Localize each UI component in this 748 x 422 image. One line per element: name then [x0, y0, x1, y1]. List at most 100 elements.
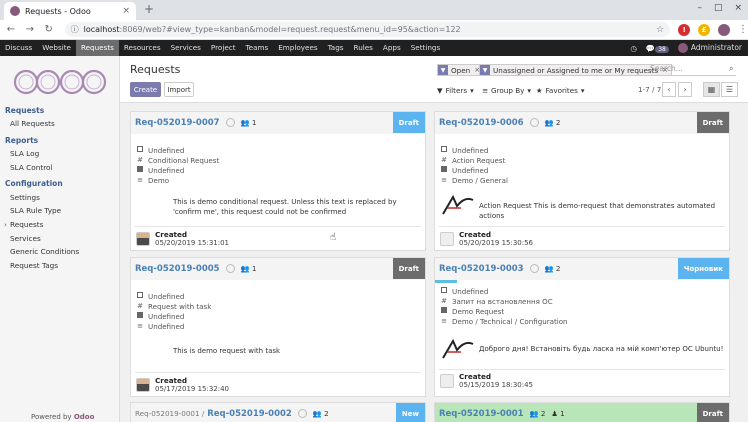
hand-cursor-icon: ☝: [330, 232, 337, 243]
followers-count: 1: [251, 118, 257, 127]
nav-settings[interactable]: Settings: [406, 40, 445, 56]
create-button[interactable]: Create: [130, 82, 161, 97]
odoo-link[interactable]: Odoo: [74, 413, 95, 421]
nav-website[interactable]: Website: [37, 40, 76, 56]
pager-next-icon[interactable]: ›: [678, 82, 692, 97]
forward-icon[interactable]: →: [22, 24, 38, 35]
kanban-card[interactable]: Req-052019-0001 👥 2 ♟ 1 Draft: [434, 402, 730, 422]
kanban-view-icon[interactable]: ▦: [703, 82, 720, 97]
kanban-card[interactable]: Req-052019-0005 👥 1 Draft Undefined # Requ…: [130, 257, 426, 397]
profile-avatar[interactable]: [718, 23, 730, 36]
nav-apps[interactable]: Apps: [378, 40, 406, 56]
sidebar-section-reports[interactable]: Reports: [5, 136, 38, 145]
nav-tags[interactable]: Tags: [323, 40, 349, 56]
kanban-card[interactable]: Req-052019-0001 / Req-052019-0002 👥 2 New: [130, 402, 426, 422]
sidebar-item-request-tags[interactable]: Request Tags: [10, 261, 58, 270]
url-host: localhost: [83, 25, 120, 34]
card-header: Req-052019-0003 👥 2 Чорновик: [435, 258, 729, 280]
sidebar-item-sla-rule-type[interactable]: SLA Rule Type: [10, 206, 61, 215]
kanban-card[interactable]: Req-052019-0007 👥 1 Draft Undefined # Cond…: [130, 111, 426, 251]
activity-clock-icon[interactable]: ◷: [630, 44, 637, 53]
new-tab-button[interactable]: +: [144, 2, 154, 16]
created-date: 05/20/2019 15:31:01: [155, 239, 230, 247]
prop-type: Conditional Request: [148, 155, 220, 165]
list-icon: ≡: [441, 176, 447, 184]
card-header: Req-052019-0007 👥 1 Draft: [131, 112, 425, 134]
browser-tab[interactable]: Requests - Odoo ×: [4, 2, 136, 20]
pager-previous-icon[interactable]: ‹: [662, 82, 676, 97]
kanban-card[interactable]: Req-052019-0003 👥 2 Чорновик Undefined # З…: [434, 257, 730, 397]
card-description: Доброго дня! Встановіть будь ласка на мі…: [479, 345, 724, 353]
avatar: [677, 43, 688, 53]
close-window-button[interactable]: ×: [734, 3, 742, 13]
sidebar-item-requests[interactable]: Requests: [4, 220, 44, 229]
hash-icon: #: [441, 297, 447, 305]
minimize-button[interactable]: –: [697, 3, 702, 13]
favorites-dropdown[interactable]: ★ Favorites ▾: [536, 84, 585, 96]
priority-icon[interactable]: [225, 118, 235, 127]
kanban-card[interactable]: Req-052019-0006 👥 2 Draft Undefined # Acti…: [434, 111, 730, 251]
parent-request[interactable]: Req-052019-0001 /: [135, 409, 204, 418]
card-description: Action Request This is demo-request that…: [479, 202, 716, 220]
nav-project[interactable]: Project: [206, 40, 241, 56]
nav-teams[interactable]: Teams: [241, 40, 274, 56]
sidebar-item-generic-conditions[interactable]: Generic Conditions: [10, 247, 79, 256]
followers-icon: 👥 2: [544, 264, 561, 273]
search-facet-assignment[interactable]: ▼ Unassigned or Assigned to me or My req…: [479, 64, 673, 76]
card-title[interactable]: Req-052019-0006 👥 2: [439, 118, 560, 128]
sidebar-item-all-requests[interactable]: All Requests: [10, 119, 55, 128]
nav-discuss[interactable]: Discuss: [0, 40, 37, 56]
nav-requests[interactable]: Requests: [75, 40, 119, 56]
filters-dropdown[interactable]: ▼ Filters ▾: [437, 84, 474, 96]
card-title[interactable]: Req-052019-0001 / Req-052019-0002 👥 2: [135, 409, 329, 419]
nav-rules[interactable]: Rules: [349, 40, 378, 56]
card-header: Req-052019-0005 👥 1 Draft: [131, 258, 425, 280]
avatar: [440, 231, 454, 246]
reload-icon[interactable]: ↻: [41, 24, 57, 35]
followers-count: 2: [540, 409, 546, 418]
browser-menu-icon[interactable]: ⋮: [738, 24, 748, 35]
sidebar-item-settings[interactable]: Settings: [10, 193, 40, 202]
extension-icon[interactable]: !: [678, 23, 691, 36]
card-title[interactable]: Req-052019-0005 👥 1: [135, 264, 256, 274]
card-title[interactable]: Req-052019-0007 👥 1: [135, 118, 256, 128]
extension-icon[interactable]: £: [698, 23, 711, 36]
tab-close-icon[interactable]: ×: [122, 6, 130, 16]
nav-resources[interactable]: Resources: [119, 40, 166, 56]
stage-badge: Draft: [696, 112, 729, 133]
avatar: [440, 373, 454, 388]
nav-services[interactable]: Services: [166, 40, 206, 56]
site-info-icon[interactable]: ⓘ: [71, 24, 79, 35]
priority-icon[interactable]: [529, 264, 539, 273]
created-label: Created: [459, 230, 491, 239]
user-name: Administrator: [690, 43, 742, 52]
card-title[interactable]: Req-052019-0003 👥 2: [439, 264, 560, 274]
priority-icon[interactable]: [225, 264, 235, 273]
back-icon[interactable]: ←: [3, 24, 19, 35]
square-icon: [440, 307, 448, 315]
sidebar-section-requests[interactable]: Requests: [5, 106, 44, 115]
priority-icon[interactable]: [529, 118, 539, 127]
user-menu[interactable]: Administrator: [677, 43, 742, 53]
pager-value[interactable]: 1-7 / 7: [638, 85, 661, 94]
bookmark-star-icon[interactable]: ☆: [656, 25, 664, 35]
nav-employees[interactable]: Employees: [273, 40, 322, 56]
sidebar-section-configuration[interactable]: Configuration: [5, 179, 63, 188]
list-view-icon[interactable]: ☰: [721, 82, 738, 97]
import-button[interactable]: Import: [164, 82, 194, 97]
card-divider: [135, 372, 421, 373]
sidebar-item-sla-log[interactable]: SLA Log: [10, 149, 39, 158]
sidebar-item-sla-control[interactable]: SLA Control: [10, 163, 53, 172]
group-by-dropdown[interactable]: ≡ Group By ▾: [482, 84, 531, 96]
search-input[interactable]: Search...: [650, 64, 736, 76]
priority-icon[interactable]: [297, 409, 307, 418]
card-properties: Undefined # Action Request Undefined ≡ Dem…: [440, 145, 508, 185]
chat-icon[interactable]: 💬 38: [646, 44, 669, 53]
card-title[interactable]: Req-052019-0001 👥 2 ♟ 1: [439, 409, 565, 419]
sidebar-item-services[interactable]: Services: [10, 234, 41, 243]
prop-priority: Undefined: [148, 145, 185, 155]
maximize-button[interactable]: □: [714, 3, 723, 13]
search-icon[interactable]: ⌕: [729, 64, 733, 74]
address-bar[interactable]: ⓘ localhost:8069/web?#view_type=kanban&m…: [64, 22, 671, 37]
search-facet-open[interactable]: ▼ Open ×: [437, 64, 485, 76]
